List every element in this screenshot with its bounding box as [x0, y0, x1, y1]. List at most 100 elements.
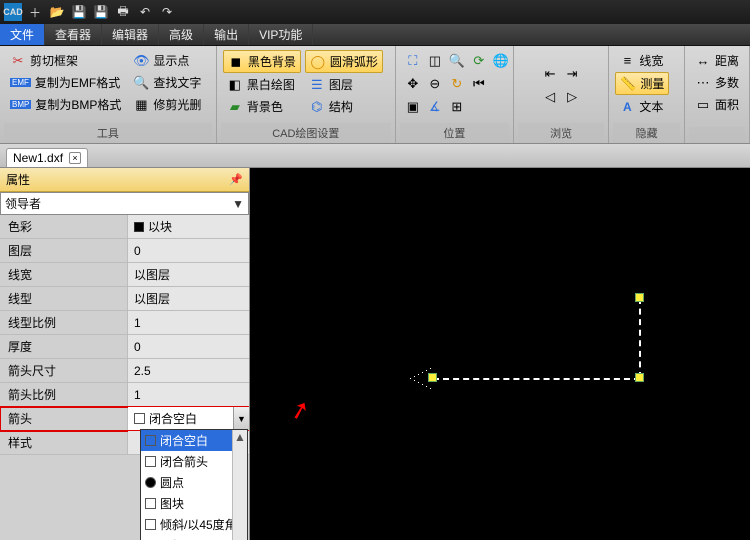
drawing-canvas[interactable]: ➚ [250, 168, 750, 540]
structure-icon: ⌬ [309, 99, 325, 115]
tab-output[interactable]: 输出 [204, 24, 249, 45]
copy-bmp-button[interactable]: BMP复制为BMP格式 [6, 94, 125, 115]
structure-label: 结构 [329, 98, 353, 115]
nav-prev-icon[interactable]: ◁ [541, 88, 559, 106]
property-table: 色彩 以块 图层 0 线宽 以图层 线型 以图层 线型比例 1 厚度 0 [0, 215, 249, 540]
bw-draw-button[interactable]: ◧黑白绘图 [223, 74, 301, 95]
rotate-icon[interactable]: ↻ [448, 75, 466, 93]
prop-row-linetype[interactable]: 线型 以图层 [0, 287, 249, 311]
grid-icon[interactable]: ⊞ [448, 98, 466, 116]
undo-icon[interactable]: ↶ [136, 3, 154, 21]
more-icon: ⋯ [695, 75, 711, 91]
prop-row-arrow-scale[interactable]: 箭头比例 1 [0, 383, 249, 407]
smooth-arc-button[interactable]: ◯圆滑弧形 [305, 50, 383, 73]
saveas-icon[interactable]: 💾 [92, 3, 110, 21]
pan-icon[interactable]: ✥ [404, 75, 422, 93]
linewidth-button[interactable]: ≡线宽 [615, 50, 669, 71]
clip-frame-label: 剪切框架 [30, 52, 78, 69]
close-icon[interactable]: × [69, 152, 81, 164]
copy-bmp-label: 复制为BMP格式 [35, 96, 121, 113]
tab-editor[interactable]: 编辑器 [102, 24, 159, 45]
copy-emf-label: 复制为EMF格式 [35, 74, 120, 91]
angle-icon[interactable]: ∡ [426, 98, 444, 116]
document-tabstrip: New1.dxf × [0, 144, 750, 168]
arrow-style-icon [134, 413, 145, 424]
trim-label: 修剪光删 [153, 96, 201, 113]
structure-button[interactable]: ⌬结构 [305, 96, 383, 117]
ribbon-group-position: ⛶ ◫ 🔍 ⟳ 🌐 ✥ ⊖ ↻ ⏮ ▣ ∡ ⊞ 位置 [396, 46, 514, 143]
tab-advanced[interactable]: 高级 [159, 24, 204, 45]
more-button[interactable]: ⋯多数 [691, 72, 743, 93]
pin-icon[interactable]: 📌 [229, 173, 243, 186]
trim-icon: ▦ [133, 97, 149, 113]
more-label: 多数 [715, 74, 739, 91]
arrow-combo[interactable]: 闭合空白 ▼ [128, 407, 249, 430]
text-button[interactable]: A文本 [615, 96, 669, 117]
group-title-browse: 浏览 [518, 123, 605, 143]
grip-handle[interactable] [635, 293, 644, 302]
trim-button[interactable]: ▦修剪光删 [129, 94, 205, 115]
prop-row-ltscale[interactable]: 线型比例 1 [0, 311, 249, 335]
area-icon: ▭ [695, 97, 711, 113]
linewidth-label: 线宽 [639, 52, 663, 69]
save-icon[interactable]: 💾 [70, 3, 88, 21]
object-selector[interactable]: 领导者 ▼ [0, 192, 249, 215]
prop-value: 以块 [128, 215, 249, 238]
zoom-in-icon[interactable]: 🔍 [448, 52, 466, 70]
show-points-button[interactable]: 👁显示点 [129, 50, 205, 71]
new-icon[interactable]: ＋ [26, 3, 44, 21]
option-icon [145, 456, 156, 467]
tab-vip[interactable]: VIP功能 [249, 24, 313, 45]
bg-color-label: 背景色 [247, 98, 283, 115]
leader-line-horizontal [433, 378, 640, 380]
nav-right-icon[interactable]: ⇥ [563, 65, 581, 83]
nav-next-icon[interactable]: ▷ [563, 88, 581, 106]
find-text-button[interactable]: 🔍查找文字 [129, 72, 205, 93]
print-icon[interactable]: 🖶 [114, 3, 132, 21]
zoom-window-icon[interactable]: ◫ [426, 52, 444, 70]
find-text-label: 查找文字 [153, 74, 201, 91]
measure-button[interactable]: 📏测量 [615, 72, 669, 95]
globe-icon[interactable]: 🌐 [492, 52, 510, 70]
layer-button[interactable]: ☰图层 [305, 74, 383, 95]
refresh-icon[interactable]: ⟳ [470, 52, 488, 70]
text-label: 文本 [639, 98, 663, 115]
previous-icon[interactable]: ⏮ [470, 75, 488, 93]
ribbon: ✂剪切框架 EMF复制为EMF格式 BMP复制为BMP格式 👁显示点 🔍查找文字… [0, 46, 750, 144]
scrollbar[interactable]: ▲▼ [232, 430, 247, 540]
copy-emf-button[interactable]: EMF复制为EMF格式 [6, 72, 125, 93]
tab-file[interactable]: 文件 [0, 24, 45, 45]
view-icon[interactable]: ▣ [404, 98, 422, 116]
redo-icon[interactable]: ↷ [158, 3, 176, 21]
measure-label: 测量 [640, 75, 664, 92]
ribbon-group-cad-settings: ◼黑色背景 ◧黑白绘图 ▰背景色 ◯圆滑弧形 ☰图层 ⌬结构 CAD绘图设置 [217, 46, 396, 143]
distance-button[interactable]: ↔距离 [691, 50, 743, 71]
nav-left-icon[interactable]: ⇤ [541, 65, 559, 83]
option-icon [145, 519, 156, 530]
prop-row-layer[interactable]: 图层 0 [0, 239, 249, 263]
document-tab[interactable]: New1.dxf × [6, 148, 88, 167]
group-title-hide: 隐藏 [613, 123, 680, 143]
zoom-extents-icon[interactable]: ⛶ [404, 52, 422, 70]
arrow-dropdown: 闭合空白 闭合箭头 圆点 图块 倾斜/以45度角 已打开 初始 初始 2 ▲▼ [140, 429, 248, 540]
prop-row-lineweight[interactable]: 线宽 以图层 [0, 263, 249, 287]
grip-handle[interactable] [635, 373, 644, 382]
area-button[interactable]: ▭面积 [691, 94, 743, 115]
scroll-up-icon[interactable]: ▲ [234, 430, 246, 444]
black-bg-button[interactable]: ◼黑色背景 [223, 50, 301, 73]
arc-icon: ◯ [310, 54, 326, 70]
tab-viewer[interactable]: 查看器 [45, 24, 102, 45]
prop-row-thickness[interactable]: 厚度 0 [0, 335, 249, 359]
grip-handle[interactable] [428, 373, 437, 382]
prop-row-arrow[interactable]: 箭头 闭合空白 ▼ 闭合空白 闭合箭头 圆点 图块 倾斜/以45度角 已打开 初… [0, 407, 249, 431]
chevron-down-icon: ▼ [232, 197, 244, 211]
open-icon[interactable]: 📂 [48, 3, 66, 21]
clip-frame-button[interactable]: ✂剪切框架 [6, 50, 125, 71]
layer-icon: ☰ [309, 77, 325, 93]
bg-color-button[interactable]: ▰背景色 [223, 96, 301, 117]
prop-row-color[interactable]: 色彩 以块 [0, 215, 249, 239]
chevron-down-icon[interactable]: ▼ [233, 407, 249, 430]
zoom-out-icon[interactable]: ⊖ [426, 75, 444, 93]
work-area: 属性 📌 领导者 ▼ 色彩 以块 图层 0 线宽 以图层 线型 以图层 [0, 168, 750, 540]
prop-row-arrow-size[interactable]: 箭头尺寸 2.5 [0, 359, 249, 383]
